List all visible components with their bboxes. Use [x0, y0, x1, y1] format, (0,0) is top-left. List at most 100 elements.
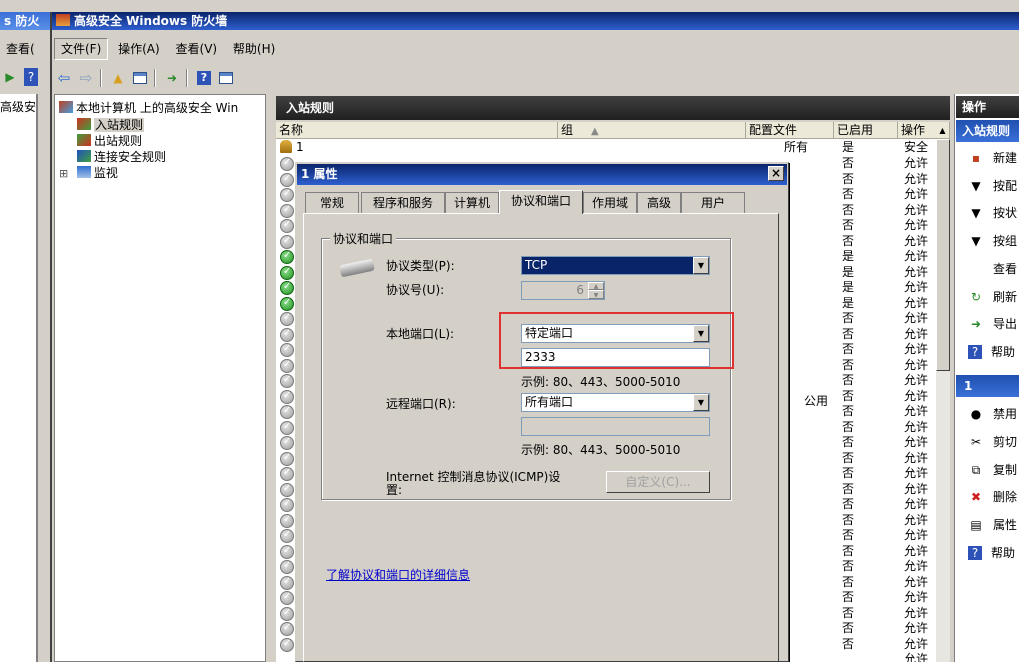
menu-action[interactable]: 操作(A) — [112, 38, 166, 60]
protocol-type-select[interactable]: TCP ▼ — [521, 256, 710, 275]
menu-help[interactable]: 帮助(H) — [227, 38, 281, 60]
expand-icon[interactable]: ⊞ — [59, 167, 71, 180]
actions-section-rule-label: 1 — [964, 379, 973, 393]
column-header-profile[interactable]: 配置文件 — [746, 122, 834, 139]
rule-status-icon — [280, 374, 294, 388]
action-new-rule[interactable]: ▪ 新建 — [964, 146, 1019, 170]
show-hide-tree-icon[interactable] — [130, 69, 150, 87]
toolbar-separator — [100, 69, 102, 87]
rule-status-icon — [280, 265, 294, 280]
back-window-titlebar[interactable]: s 防火 — [0, 12, 50, 30]
action-filter-state[interactable]: ▼ 按状 — [964, 201, 1019, 225]
rule-action: 允许 — [904, 388, 929, 403]
rule-status-icon — [280, 157, 294, 171]
dialog-titlebar[interactable]: 1 属性 — [297, 164, 787, 185]
chevron-down-icon[interactable]: ▼ — [693, 257, 709, 274]
action-export[interactable]: ➜ 导出 — [964, 312, 1019, 336]
rule-enabled: 是 — [842, 264, 855, 279]
tree-item-inbound-label: 入站规则 — [94, 118, 145, 132]
help-icon[interactable]: ? — [24, 68, 38, 86]
tree-item-inbound[interactable]: 入站规则 — [77, 116, 145, 133]
tab-users[interactable]: 用户 — [681, 192, 745, 213]
rule-status-icon — [280, 498, 294, 512]
tree-item-outbound[interactable]: 出站规则 — [77, 132, 142, 149]
tree-root[interactable]: 本地计算机 上的高级安全 Win — [59, 99, 265, 116]
menu-file[interactable]: 文件(F) — [54, 38, 109, 60]
rule-status-icon — [280, 482, 294, 497]
action-properties[interactable]: ▤ 属性 — [964, 513, 1019, 537]
action-help-label: 帮助 — [991, 345, 1016, 359]
column-header-action[interactable]: 操作 — [898, 122, 938, 139]
rule-status-icon — [280, 436, 294, 450]
rule-action: 允许 — [904, 590, 929, 604]
action-view-label: 查看 — [993, 262, 1018, 276]
dialog-close-button[interactable]: × — [768, 166, 784, 181]
tab-scope[interactable]: 作用域 — [583, 192, 637, 213]
rule-profile: 所有 — [784, 140, 809, 154]
column-header-enabled[interactable]: 已启用 — [834, 122, 898, 139]
rule-action: 允许 — [904, 605, 929, 620]
column-header-group[interactable]: 组 ▲ — [558, 122, 746, 139]
actions-section-inbound[interactable]: 入站规则 — [956, 120, 1019, 142]
main-window-titlebar[interactable]: 高级安全 Windows 防火墙 — [52, 12, 1019, 30]
cut-icon: ✂ — [970, 435, 982, 449]
protocol-number-stepper: 6 ▲ ▼ — [521, 281, 605, 300]
action-help-rule[interactable]: ? 帮助 — [964, 541, 1019, 565]
remote-port-input — [521, 417, 710, 436]
action-disable[interactable]: ● 禁用 — [964, 402, 1019, 426]
export-list-icon[interactable]: ➜ — [162, 69, 182, 87]
back-window-menu-view[interactable]: 查看( — [6, 41, 35, 57]
show-hide-action-pane-icon[interactable] — [216, 69, 236, 87]
rule-status-icon — [280, 529, 294, 543]
toolbar-separator — [154, 69, 156, 87]
up-folder-icon[interactable]: ▲ — [108, 69, 128, 87]
rule-action: 允许 — [904, 357, 929, 372]
scrollbar-thumb[interactable] — [936, 139, 950, 371]
tab-programs-services[interactable]: 程序和服务 — [361, 192, 445, 213]
action-refresh[interactable]: ↻ 刷新 — [964, 285, 1019, 309]
tree-item-monitor[interactable]: ⊞ 监视 — [59, 164, 118, 181]
scroll-up-button[interactable]: ▲ — [936, 122, 950, 139]
action-filter-profile[interactable]: ▼ 按配 — [964, 174, 1019, 198]
rule-status-icon — [280, 560, 294, 574]
learn-more-link[interactable]: 了解协议和端口的详细信息 — [326, 566, 470, 583]
tab-advanced[interactable]: 高级 — [637, 192, 681, 213]
action-view[interactable]: 查看 — [964, 257, 1019, 281]
action-copy[interactable]: ⧉ 复制 — [964, 458, 1019, 482]
action-delete[interactable]: ✖ 删除 — [964, 485, 1019, 509]
action-filter-group[interactable]: ▼ 按组 — [964, 229, 1019, 253]
rule-status-icon — [280, 327, 294, 342]
local-port-label: 本地端口(L): — [386, 327, 455, 341]
rule-action: 允许 — [904, 311, 929, 325]
tree-item-connection-security[interactable]: 连接安全规则 — [77, 148, 166, 165]
column-header-name[interactable]: 名称 — [276, 122, 558, 139]
rule-action: 允许 — [904, 218, 929, 232]
action-refresh-label: 刷新 — [993, 290, 1018, 304]
rule-status-icon — [280, 389, 294, 404]
action-cut[interactable]: ✂ 剪切 — [964, 430, 1019, 454]
vertical-scrollbar[interactable] — [936, 139, 950, 662]
rule-action: 允许 — [904, 450, 929, 465]
rule-status-icon — [280, 296, 294, 311]
actions-section-rule[interactable]: 1 — [956, 375, 1019, 397]
rule-name[interactable]: 1 — [296, 140, 304, 155]
back-arrow-icon[interactable]: ⇦ — [54, 69, 74, 87]
action-properties-label: 属性 — [993, 518, 1018, 532]
export-icon[interactable]: ▶ — [0, 68, 20, 86]
tab-general[interactable]: 常规 — [305, 192, 359, 213]
action-help[interactable]: ? 帮助 — [964, 340, 1019, 364]
spin-down-icon: ▼ — [588, 290, 604, 299]
rule-enabled: 否 — [842, 466, 855, 480]
menu-view[interactable]: 查看(V) — [170, 38, 224, 60]
chevron-down-icon[interactable]: ▼ — [693, 394, 709, 411]
help-icon[interactable]: ? — [194, 69, 214, 87]
window-pane-icon — [133, 72, 147, 84]
tab-computers[interactable]: 计算机 — [445, 192, 499, 213]
forward-arrow-icon[interactable]: ⇨ — [76, 69, 96, 87]
rule-enabled: 否 — [842, 326, 855, 341]
remote-port-select[interactable]: 所有端口 ▼ — [521, 393, 710, 412]
filter-icon: ▼ — [971, 206, 981, 220]
tab-protocols-ports[interactable]: 协议和端口 — [499, 190, 583, 214]
rule-action: 允许 — [904, 652, 929, 662]
back-tree-root[interactable]: 高级安 — [0, 94, 36, 115]
